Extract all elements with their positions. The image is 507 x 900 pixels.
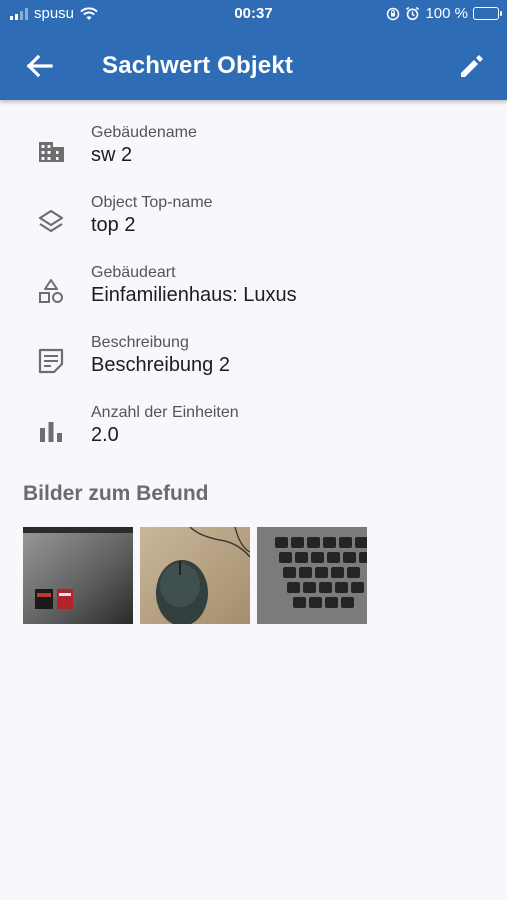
building-icon <box>39 142 64 162</box>
field-value: Einfamilienhaus: Luxus <box>91 284 297 306</box>
back-button[interactable] <box>22 50 58 82</box>
app-header: spusu 00:37 100 % Sachwert Objekt <box>0 0 507 100</box>
photo-thumbnail[interactable] <box>257 527 367 624</box>
photo-thumbnail[interactable] <box>140 527 250 624</box>
field-row-anzahl-einheiten: Anzahl der Einheiten 2.0 <box>0 400 507 470</box>
app-bar: Sachwert Objekt <box>0 30 507 100</box>
image-gallery <box>23 527 367 624</box>
field-label: Object Top-name <box>91 194 213 211</box>
orientation-lock-icon <box>387 7 400 20</box>
field-label: Gebäudeart <box>91 264 176 281</box>
battery-percent: 100 % <box>425 5 468 22</box>
field-value: 2.0 <box>91 424 119 446</box>
field-row-gebaeudeart: Gebäudeart Einfamilienhaus: Luxus <box>0 260 507 330</box>
laptop-lid-photo <box>23 527 133 624</box>
arrow-back-icon <box>26 54 53 78</box>
edit-button[interactable] <box>455 49 489 83</box>
layers-icon <box>38 209 64 233</box>
page-title: Sachwert Objekt <box>102 52 294 79</box>
field-label: Gebäudename <box>91 124 197 141</box>
field-row-beschreibung: Beschreibung Beschreibung 2 <box>0 330 507 400</box>
field-value: sw 2 <box>91 144 133 166</box>
field-label: Anzahl der Einheiten <box>91 404 239 421</box>
field-label: Beschreibung <box>91 334 189 351</box>
bar-chart-icon <box>40 422 62 442</box>
alarm-icon <box>406 6 420 21</box>
notes-icon <box>38 348 64 374</box>
category-shapes-icon <box>39 279 63 303</box>
field-value: Beschreibung 2 <box>91 354 230 376</box>
photo-thumbnail[interactable] <box>23 527 133 624</box>
pencil-icon <box>461 55 483 77</box>
mouse-on-desk-photo <box>140 527 250 624</box>
field-value: top 2 <box>91 214 136 236</box>
images-section-heading: Bilder zum Befund <box>23 482 209 505</box>
field-row-object-top-name: Object Top-name top 2 <box>0 190 507 260</box>
field-row-gebaeudename: Gebäudename sw 2 <box>0 120 507 190</box>
keyboard-photo <box>257 527 367 624</box>
status-bar: spusu 00:37 100 % <box>0 0 507 28</box>
battery-icon <box>473 7 502 20</box>
